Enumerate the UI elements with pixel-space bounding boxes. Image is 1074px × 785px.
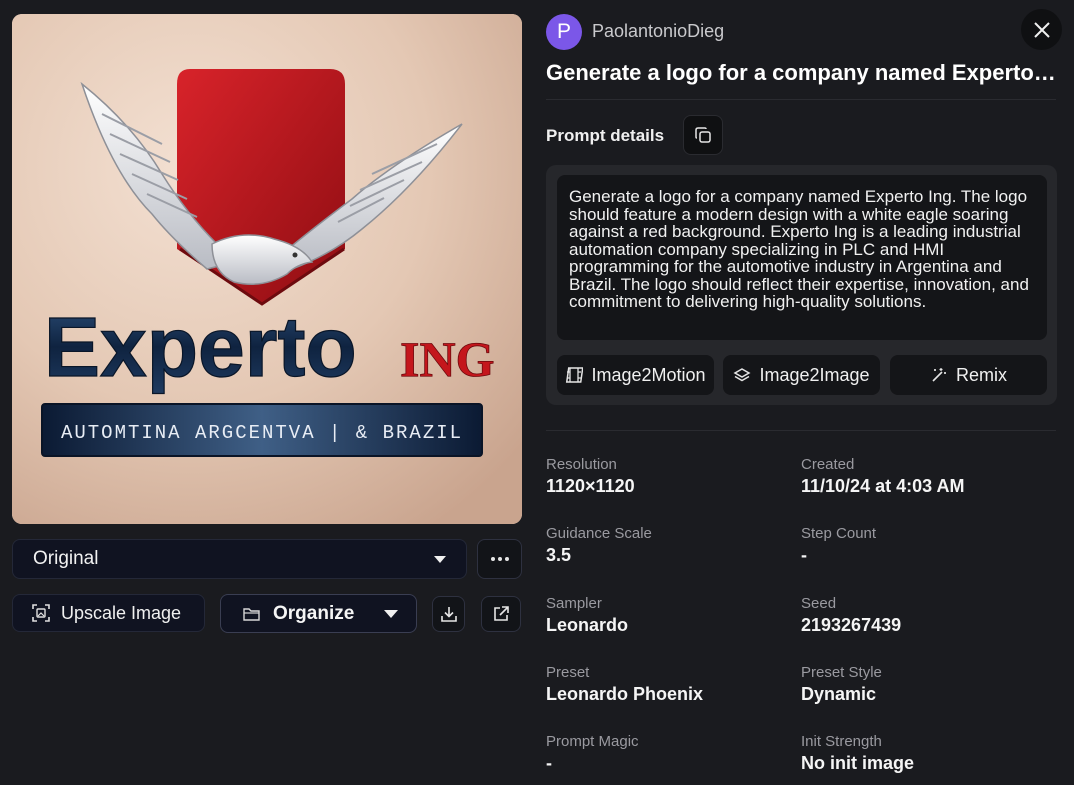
detail-label: Guidance Scale bbox=[546, 525, 652, 542]
caret-down-icon bbox=[434, 555, 446, 563]
detail-label: Seed bbox=[801, 595, 837, 612]
remix-label: Remix bbox=[955, 364, 1007, 385]
image2image-label: Image2Image bbox=[759, 364, 870, 385]
caret-down-icon bbox=[384, 609, 398, 618]
upscale-label: Upscale Image bbox=[61, 602, 182, 623]
organize-label: Organize bbox=[273, 602, 355, 624]
detail-value: - bbox=[801, 545, 807, 565]
prompt-card: Generate a logo for a company named Expe… bbox=[546, 165, 1057, 405]
detail-preset-style: Preset Style Dynamic bbox=[801, 664, 882, 705]
version-select[interactable]: Original bbox=[12, 539, 467, 579]
folder-icon bbox=[243, 607, 260, 621]
detail-value: 2193267439 bbox=[801, 615, 902, 635]
logo-tagline: AUTOMTINA ARGCENTVA | & BRAZIL bbox=[61, 422, 463, 444]
prompt-details-label: Prompt details bbox=[546, 126, 665, 145]
detail-label: Preset bbox=[546, 664, 590, 681]
open-external-button[interactable] bbox=[481, 596, 521, 632]
detail-label: Created bbox=[801, 456, 855, 473]
logo-main-text: Experto bbox=[44, 300, 357, 394]
remix-button[interactable]: Remix bbox=[890, 355, 1047, 395]
detail-created: Created 11/10/24 at 4:03 AM bbox=[801, 456, 964, 497]
detail-value: No init image bbox=[801, 753, 915, 773]
detail-value: Leonardo bbox=[546, 615, 629, 635]
detail-init-strength: Init Strength No init image bbox=[801, 733, 914, 774]
generated-image[interactable]: Experto ING AUTOMTINA ARGCENTVA | & BRAZ… bbox=[12, 14, 522, 524]
more-icon bbox=[490, 557, 509, 561]
organize-button[interactable]: Organize bbox=[220, 594, 417, 633]
detail-guidance-scale: Guidance Scale 3.5 bbox=[546, 525, 652, 566]
detail-resolution: Resolution 1120×1120 bbox=[546, 456, 635, 497]
layers-icon bbox=[733, 368, 751, 382]
logo-accent-text: ING bbox=[400, 331, 494, 387]
detail-label: Init Strength bbox=[801, 733, 882, 750]
page-title: Generate a logo for a company named Expe… bbox=[546, 60, 1058, 85]
download-button[interactable] bbox=[432, 596, 465, 632]
copy-icon bbox=[695, 127, 711, 143]
detail-value: - bbox=[546, 753, 552, 773]
image2image-button[interactable]: Image2Image bbox=[723, 355, 880, 395]
detail-seed: Seed 2193267439 bbox=[801, 595, 901, 636]
image2motion-label: Image2Motion bbox=[591, 364, 706, 385]
share-icon bbox=[494, 606, 509, 621]
close-button[interactable] bbox=[1021, 9, 1062, 50]
detail-label: Step Count bbox=[801, 525, 877, 542]
prompt-text[interactable]: Generate a logo for a company named Expe… bbox=[557, 175, 1047, 340]
more-options-button[interactable] bbox=[477, 539, 522, 579]
magic-wand-icon bbox=[932, 368, 946, 382]
upscale-icon bbox=[32, 604, 50, 622]
upscale-image-button[interactable]: Upscale Image bbox=[12, 594, 205, 632]
divider bbox=[546, 99, 1056, 100]
film-icon bbox=[566, 367, 584, 383]
detail-value: Leonardo Phoenix bbox=[546, 684, 704, 704]
detail-label: Sampler bbox=[546, 595, 602, 612]
avatar-initial: P bbox=[556, 20, 571, 43]
detail-value: 11/10/24 at 4:03 AM bbox=[801, 476, 965, 496]
detail-step-count: Step Count - bbox=[801, 525, 876, 566]
detail-sampler: Sampler Leonardo bbox=[546, 595, 628, 636]
divider bbox=[546, 430, 1056, 431]
close-icon bbox=[1033, 21, 1050, 38]
download-icon bbox=[440, 607, 457, 622]
logo-image: Experto ING AUTOMTINA ARGCENTVA | & BRAZ… bbox=[12, 14, 522, 524]
detail-value: 3.5 bbox=[546, 545, 572, 565]
author-name[interactable]: PaolantonioDieg bbox=[592, 21, 724, 42]
detail-value: Dynamic bbox=[801, 684, 877, 704]
version-select-label: Original bbox=[33, 548, 99, 569]
detail-label: Resolution bbox=[546, 456, 617, 473]
detail-value: 1120×1120 bbox=[546, 476, 635, 496]
detail-preset: Preset Leonardo Phoenix bbox=[546, 664, 703, 705]
image2motion-button[interactable]: Image2Motion bbox=[557, 355, 714, 395]
detail-label: Prompt Magic bbox=[546, 733, 639, 750]
copy-prompt-button[interactable] bbox=[683, 115, 723, 155]
detail-prompt-magic: Prompt Magic - bbox=[546, 733, 639, 774]
detail-label: Preset Style bbox=[801, 664, 882, 681]
avatar[interactable]: P bbox=[546, 14, 582, 50]
